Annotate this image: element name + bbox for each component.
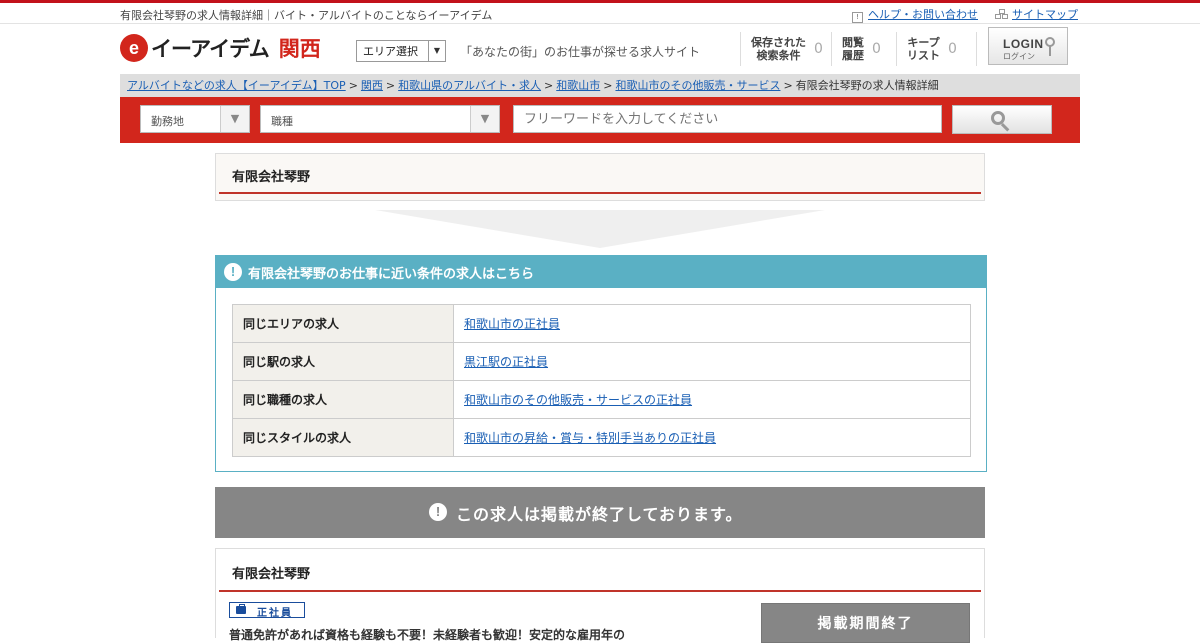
breadcrumb-prefecture[interactable]: 和歌山県のアルバイト・求人 — [398, 79, 541, 92]
down-chevron-divider — [375, 210, 825, 248]
keep-count: 0 — [948, 41, 957, 57]
company-header-rule — [219, 192, 981, 194]
breadcrumb-separator: > — [385, 79, 396, 92]
site-logo[interactable]: e イーアイデム 関西 — [120, 32, 321, 64]
row-value: 和歌山市のその他販売・サービスの正社員 — [453, 380, 971, 419]
saved-search-count: 0 — [814, 41, 823, 57]
listing-period-ended-button[interactable]: 掲載期間終了 — [761, 603, 970, 643]
saved-search-label: 保存された 検索条件 — [751, 36, 806, 62]
company-header: 有限会社琴野 — [215, 153, 985, 201]
logo-text: イーアイデム — [151, 37, 270, 61]
detail-company-name: 有限会社琴野 — [232, 567, 311, 582]
history-count: 0 — [872, 41, 881, 57]
employment-type-label: 正社員 — [257, 608, 293, 619]
login-label: LOGIN — [1003, 37, 1044, 51]
help-link-label[interactable]: ヘルプ・お問い合わせ — [868, 8, 978, 21]
same-station-link[interactable]: 黒江駅の正社員 — [464, 355, 548, 369]
row-value: 和歌山市の正社員 — [453, 304, 971, 343]
browsing-history[interactable]: 閲覧 履歴 0 — [831, 32, 881, 66]
dropdown-arrow-icon: ▼ — [428, 41, 445, 61]
search-button[interactable] — [952, 105, 1052, 134]
breadcrumb-separator: > — [348, 79, 358, 92]
breadcrumb-current: 有限会社琴野の求人情報詳細 — [795, 79, 939, 92]
breadcrumb: アルバイトなどの求人【イーアイデム】TOP > 関西 > 和歌山県のアルバイト・求人 > 和… — [120, 74, 1080, 97]
row-label: 同じスタイルの求人 — [232, 418, 454, 457]
detail-header-rule — [219, 590, 981, 592]
listing-ended-banner: ! この求人は掲載が終了しております。 — [215, 487, 985, 538]
table-row: 同じ駅の求人 黒江駅の正社員 — [232, 342, 971, 381]
sitemap-link-label[interactable]: サイトマップ — [1012, 8, 1078, 21]
breadcrumb-separator: > — [544, 79, 554, 92]
job-detail-card: 有限会社琴野 正社員 普通免許があれば資格も経験も不要！未経験者も歓迎！安定的な… — [215, 548, 985, 643]
area-select-label: エリア選択 — [363, 45, 418, 58]
similar-jobs-header: ! 有限会社琴野のお仕事に近い条件の求人はこちら — [216, 256, 986, 288]
area-select-dropdown[interactable]: エリア選択 ▼ — [356, 40, 446, 62]
history-label: 閲覧 履歴 — [842, 36, 864, 62]
similar-jobs-table: 同じエリアの求人 和歌山市の正社員 同じ駅の求人 黒江駅の正社員 同じ職種の求人… — [232, 304, 971, 457]
job-description: 普通免許があれば資格も経験も不要！未経験者も歓迎！安定的な雇用年の — [229, 628, 626, 642]
similar-jobs-panel: ! 有限会社琴野のお仕事に近い条件の求人はこちら 同じエリアの求人 和歌山市の正… — [215, 255, 987, 472]
chevron-down-icon: ▼ — [470, 106, 499, 132]
similar-jobs-heading: 有限会社琴野のお仕事に近い条件の求人はこちら — [248, 267, 535, 282]
listing-ended-text: この求人は掲載が終了しております。 — [456, 505, 743, 524]
same-area-link[interactable]: 和歌山市の正社員 — [464, 317, 560, 331]
listing-period-ended-label: 掲載期間終了 — [817, 616, 914, 632]
row-value: 和歌山市の昇給・賞与・特別手当ありの正社員 — [453, 418, 971, 457]
location-select-label: 勤務地 — [151, 115, 184, 128]
row-label: 同じエリアの求人 — [232, 304, 454, 343]
keep-list[interactable]: キープ リスト 0 — [896, 32, 957, 66]
key-icon-shaft — [1049, 46, 1051, 56]
login-sublabel: ログイン — [1003, 52, 1035, 61]
exclamation-icon: ! — [429, 503, 447, 521]
history-label-line2: 履歴 — [842, 49, 864, 62]
same-style-link[interactable]: 和歌山市の昇給・賞与・特別手当ありの正社員 — [464, 431, 716, 445]
breadcrumb-city[interactable]: 和歌山市 — [556, 79, 600, 92]
keep-label-line2: リスト — [907, 49, 940, 62]
exclamation-icon: ! — [224, 263, 242, 281]
page-tagline: 有限会社琴野の求人情報詳細｜バイト・アルバイトのことならイーアイデム — [120, 9, 493, 22]
location-select[interactable]: 勤務地 ▼ — [140, 105, 250, 133]
table-row: 同じスタイルの求人 和歌山市の昇給・賞与・特別手当ありの正社員 — [232, 418, 971, 457]
sitemap-link[interactable]: サイトマップ — [995, 6, 1078, 22]
table-row: 同じ職種の求人 和歌山市のその他販売・サービスの正社員 — [232, 380, 971, 419]
job-type-select[interactable]: 職種 ▼ — [260, 105, 500, 133]
search-icon-handle — [1000, 123, 1010, 132]
header-divider — [976, 32, 978, 66]
logo-mark: e — [120, 34, 148, 62]
company-name: 有限会社琴野 — [232, 170, 311, 185]
job-type-select-label: 職種 — [271, 115, 293, 128]
sitemap-icon — [995, 9, 1008, 19]
help-link[interactable]: ! ヘルプ・お問い合わせ — [852, 6, 978, 23]
breadcrumb-separator: > — [783, 79, 793, 92]
employment-type-badge: 正社員 — [229, 602, 305, 619]
table-row: 同じエリアの求人 和歌山市の正社員 — [232, 304, 971, 343]
catchphrase: 「あなたの街」のお仕事が探せる求人サイト — [460, 45, 701, 59]
chevron-down-icon: ▼ — [220, 106, 249, 132]
breadcrumb-top[interactable]: アルバイトなどの求人【イーアイデム】TOP — [127, 79, 346, 92]
history-label-line1: 閲覧 — [842, 36, 864, 49]
help-icon: ! — [852, 12, 863, 23]
breadcrumb-separator: > — [603, 79, 613, 92]
region-label: 関西 — [278, 37, 321, 61]
breadcrumb-category[interactable]: 和歌山市のその他販売・サービス — [615, 79, 780, 92]
row-label: 同じ駅の求人 — [232, 342, 454, 381]
same-job-type-link[interactable]: 和歌山市のその他販売・サービスの正社員 — [464, 393, 692, 407]
keyword-search-input[interactable] — [513, 105, 942, 133]
site-header: e イーアイデム 関西 エリア選択 ▼ 「あなたの街」のお仕事が探せる求人サイト… — [0, 24, 1200, 74]
login-button[interactable]: LOGIN ログイン — [988, 27, 1068, 65]
briefcase-icon — [236, 606, 246, 614]
top-bar: 有限会社琴野の求人情報詳細｜バイト・アルバイトのことならイーアイデム ! ヘルプ・… — [0, 3, 1200, 24]
saved-search-conditions[interactable]: 保存された 検索条件 0 — [740, 32, 823, 66]
keep-list-label: キープ リスト — [907, 36, 940, 62]
row-value: 黒江駅の正社員 — [453, 342, 971, 381]
breadcrumb-region[interactable]: 関西 — [361, 79, 383, 92]
keep-label-line1: キープ — [907, 36, 940, 49]
saved-search-label-line2: 検索条件 — [756, 49, 801, 62]
saved-search-label-line1: 保存された — [751, 36, 806, 49]
search-bar: 勤務地 ▼ 職種 ▼ — [120, 97, 1080, 143]
row-label: 同じ職種の求人 — [232, 380, 454, 419]
